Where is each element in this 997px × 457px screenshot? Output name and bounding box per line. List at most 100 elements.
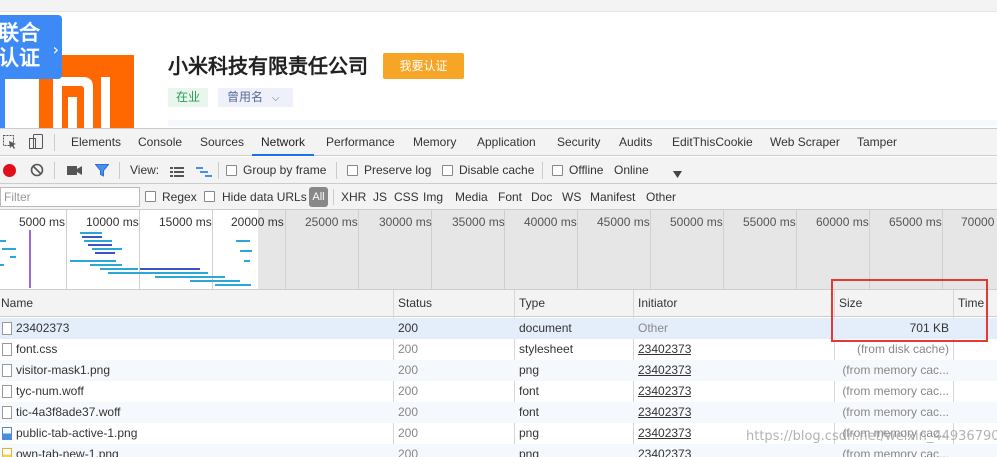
- request-status: 200: [398, 342, 419, 356]
- inspect-element-icon[interactable]: [3, 135, 17, 152]
- filter-type-ws[interactable]: WS: [562, 184, 581, 210]
- group-by-frame-checkbox[interactable]: [226, 165, 237, 176]
- request-initiator-link[interactable]: 23402373: [638, 423, 691, 444]
- column-header-status[interactable]: Status: [394, 290, 432, 317]
- column-header-type[interactable]: Type: [515, 290, 545, 317]
- request-name: own-tab-new-1.png: [16, 447, 119, 457]
- former-name-dropdown[interactable]: 曾用名 ⌵: [218, 88, 293, 107]
- page-section-divider: [168, 120, 997, 126]
- timeline-tick: 10000 ms: [86, 215, 139, 229]
- tab-performance[interactable]: Performance: [326, 129, 395, 156]
- table-row[interactable]: tyc-num.woff 200 font 23402373 (from mem…: [0, 381, 997, 402]
- timeline-tick: 25000 ms: [305, 215, 358, 229]
- former-name-label: 曾用名: [227, 90, 264, 104]
- filter-type-img[interactable]: Img: [423, 184, 443, 210]
- request-type: stylesheet: [519, 342, 574, 356]
- timeline-tick: 30000 ms: [379, 215, 432, 229]
- clear-icon[interactable]: [30, 163, 44, 180]
- request-type: png: [519, 447, 540, 457]
- record-icon[interactable]: [3, 164, 16, 177]
- table-row[interactable]: own-tab-new-1.png 200 png 23402373 (from…: [0, 444, 997, 457]
- chevron-down-icon: ⌵: [271, 93, 280, 104]
- regex-checkbox[interactable]: [145, 191, 156, 202]
- document-icon: [2, 385, 12, 398]
- request-initiator-link[interactable]: 23402373: [638, 339, 691, 360]
- tab-editthiscookie[interactable]: EditThisCookie: [672, 129, 753, 156]
- timeline-tick: 45000 ms: [597, 215, 650, 229]
- chevron-right-icon: ›: [52, 40, 59, 59]
- table-row[interactable]: tic-4a3f8ade37.woff 200 font 23402373 (f…: [0, 402, 997, 423]
- timeline-tick: 50000 ms: [670, 215, 723, 229]
- tab-application[interactable]: Application: [477, 129, 536, 156]
- table-row[interactable]: visitor-mask1.png 200 png 23402373 (from…: [0, 360, 997, 381]
- timeline-tick: 65000 ms: [889, 215, 942, 229]
- column-header-size[interactable]: Size: [835, 290, 862, 317]
- filter-type-media[interactable]: Media: [455, 184, 488, 210]
- throttling-dropdown-arrow-icon[interactable]: [673, 167, 682, 181]
- document-icon: [2, 364, 12, 377]
- document-icon: [2, 322, 12, 335]
- request-size: (from memory cac...: [842, 447, 949, 457]
- throttling-select[interactable]: Online: [614, 157, 649, 184]
- document-icon: [2, 406, 12, 419]
- request-status: 200: [398, 363, 419, 377]
- request-initiator-link[interactable]: 23402373: [638, 444, 691, 457]
- document-icon: [2, 343, 12, 356]
- filter-input[interactable]: [0, 187, 140, 207]
- column-header-time[interactable]: Time: [954, 290, 984, 317]
- screenshot-camera-icon[interactable]: [67, 165, 82, 179]
- large-rows-icon[interactable]: [170, 166, 184, 180]
- filter-type-css[interactable]: CSS: [394, 184, 419, 210]
- request-initiator-link[interactable]: 23402373: [638, 360, 691, 381]
- request-name: public-tab-active-1.png: [16, 426, 138, 440]
- devtools-tabbar: Elements Console Sources Network Perform…: [0, 129, 997, 156]
- joint-certification-badge[interactable]: 联合 认证 ›: [0, 15, 62, 79]
- request-size: (from memory cac...: [842, 405, 949, 419]
- preserve-log-checkbox[interactable]: [347, 165, 358, 176]
- request-size: (from memory cac...: [842, 384, 949, 398]
- disable-cache-checkbox[interactable]: [442, 165, 453, 176]
- disable-cache-label: Disable cache: [459, 163, 535, 177]
- filter-type-font[interactable]: Font: [498, 184, 522, 210]
- network-toolbar: View: Group by frame Preserve log Disabl…: [0, 157, 997, 184]
- waterfall-overview-icon[interactable]: [196, 166, 212, 180]
- filter-type-xhr[interactable]: XHR: [341, 184, 366, 210]
- tab-security[interactable]: Security: [557, 129, 600, 156]
- timeline-tick: 20000 ms: [231, 215, 284, 229]
- webpage-viewport: 联合 认证 › 小米科技有限责任公司 我要认证 在业 曾用名 ⌵: [0, 0, 997, 128]
- filter-funnel-icon[interactable]: [94, 164, 110, 180]
- tab-network[interactable]: Network: [252, 129, 315, 156]
- tab-console[interactable]: Console: [138, 129, 182, 156]
- filter-type-other[interactable]: Other: [646, 184, 676, 210]
- tab-sources[interactable]: Sources: [200, 129, 244, 156]
- mi-logo-icon: [53, 77, 110, 128]
- offline-label: Offline: [569, 163, 604, 177]
- request-name: tyc-num.woff: [16, 384, 84, 398]
- request-initiator-link[interactable]: 23402373: [638, 381, 691, 402]
- request-name: tic-4a3f8ade37.woff: [16, 405, 121, 419]
- request-name: font.css: [16, 342, 58, 356]
- hide-data-urls-checkbox[interactable]: [204, 191, 215, 202]
- request-type: document: [519, 321, 572, 335]
- image-file-icon: [2, 427, 12, 440]
- device-toolbar-icon[interactable]: [29, 134, 43, 153]
- filter-type-js[interactable]: JS: [373, 184, 387, 210]
- tab-memory[interactable]: Memory: [413, 129, 456, 156]
- certify-button[interactable]: 我要认证: [383, 53, 464, 79]
- table-row[interactable]: font.css 200 stylesheet 23402373 (from d…: [0, 339, 997, 360]
- column-header-name[interactable]: Name: [0, 290, 33, 317]
- timeline-tick: 5000 ms: [19, 215, 66, 229]
- filter-type-doc[interactable]: Doc: [531, 184, 552, 210]
- timeline-tick: 60000 ms: [816, 215, 869, 229]
- tab-audits[interactable]: Audits: [619, 129, 652, 156]
- table-row[interactable]: 23402373 200 document Other 701 KB: [0, 318, 997, 339]
- network-timeline-overview[interactable]: 5000 ms 10000 ms 15000 ms 20000 ms 25000…: [0, 210, 997, 290]
- request-initiator-link[interactable]: 23402373: [638, 402, 691, 423]
- offline-checkbox[interactable]: [552, 165, 563, 176]
- tab-web-scraper[interactable]: Web Scraper: [770, 129, 840, 156]
- tab-elements[interactable]: Elements: [71, 129, 121, 156]
- filter-type-all[interactable]: All: [309, 187, 328, 207]
- column-header-initiator[interactable]: Initiator: [634, 290, 677, 317]
- filter-type-manifest[interactable]: Manifest: [590, 184, 635, 210]
- tab-tamper[interactable]: Tamper: [857, 129, 897, 156]
